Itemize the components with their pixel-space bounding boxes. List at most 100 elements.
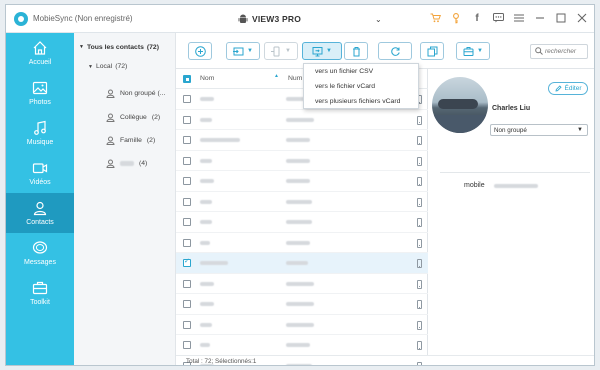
delete-button[interactable] bbox=[344, 42, 368, 60]
row-checkbox[interactable] bbox=[183, 341, 191, 349]
table-row[interactable] bbox=[176, 110, 428, 130]
tree-local-count: (72) bbox=[115, 63, 128, 70]
group-count: (2) bbox=[146, 137, 156, 144]
facebook-icon[interactable]: f bbox=[471, 12, 483, 24]
row-checkbox[interactable] bbox=[183, 279, 191, 288]
sidebar-item-toolkit[interactable]: Toolkit bbox=[6, 273, 74, 313]
sidebar-item-musique[interactable]: Musique bbox=[6, 113, 74, 153]
sidebar: Accueil Photos Musique Vidéos Contacts M… bbox=[6, 33, 74, 365]
row-checkbox[interactable] bbox=[183, 177, 191, 185]
android-icon bbox=[238, 14, 248, 23]
key-icon[interactable] bbox=[450, 12, 462, 24]
tree-item-all-contacts[interactable]: ▼ Tous les contacts (72) bbox=[74, 39, 176, 55]
sidebar-item-videos[interactable]: Vidéos bbox=[6, 153, 74, 193]
menu-item-export-vcard[interactable]: vers le fichier vCard bbox=[304, 79, 418, 94]
group-select[interactable]: Non groupé ▼ bbox=[490, 124, 588, 136]
cart-icon[interactable] bbox=[429, 12, 441, 24]
redacted-contact-name bbox=[200, 220, 212, 224]
maximize-icon[interactable] bbox=[555, 12, 567, 24]
mobile-label: mobile bbox=[464, 182, 485, 189]
chevron-down-icon: ⌄ bbox=[375, 14, 382, 24]
redacted-contact-number bbox=[286, 281, 314, 286]
redacted-contact-number bbox=[286, 240, 310, 245]
contact-name: Charles Liu bbox=[492, 105, 531, 112]
group-count: (2) bbox=[151, 114, 161, 121]
tree-item-group[interactable]: Collègue (2) bbox=[106, 113, 160, 122]
sidebar-item-accueil[interactable]: Accueil bbox=[6, 33, 74, 73]
chevron-down-icon: ▼ bbox=[477, 48, 483, 54]
row-checkbox[interactable] bbox=[183, 320, 191, 329]
redacted-contact-number bbox=[286, 179, 310, 183]
group-count: (... bbox=[157, 90, 166, 97]
row-checkbox[interactable] bbox=[183, 136, 191, 144]
add-contact-button[interactable] bbox=[188, 42, 212, 60]
table-row[interactable] bbox=[176, 212, 428, 233]
select-all-checkbox[interactable] bbox=[183, 75, 191, 83]
tree-item-local[interactable]: ▼ Local (72) bbox=[88, 63, 127, 70]
row-checkbox[interactable] bbox=[183, 257, 191, 267]
row-checkbox[interactable] bbox=[183, 238, 191, 247]
row-checkbox[interactable] bbox=[183, 95, 191, 103]
table-row[interactable] bbox=[176, 233, 428, 253]
window-controls: f bbox=[429, 12, 588, 24]
table-row[interactable] bbox=[176, 151, 428, 171]
search-icon bbox=[535, 47, 543, 55]
table-row[interactable] bbox=[176, 253, 428, 274]
export-to-pc-button[interactable]: ▼ bbox=[302, 42, 342, 60]
plus-circle-icon bbox=[194, 45, 206, 57]
chat-icon[interactable] bbox=[492, 12, 504, 24]
row-checkbox[interactable] bbox=[183, 197, 191, 206]
group-select-value: Non groupé bbox=[494, 126, 527, 134]
table-row[interactable] bbox=[176, 335, 428, 356]
tree-root-count: (72) bbox=[146, 43, 159, 51]
transfer-to-device-button[interactable]: ▼ bbox=[264, 42, 298, 60]
table-row[interactable] bbox=[176, 315, 428, 335]
table-row[interactable] bbox=[176, 171, 428, 192]
menu-icon[interactable] bbox=[513, 12, 525, 24]
app-window: MobieSync (Non enregistré) VIEW3 PRO ⌄ f bbox=[5, 4, 595, 366]
sidebar-item-photos[interactable]: Photos bbox=[6, 73, 74, 113]
close-icon[interactable] bbox=[576, 12, 588, 24]
sidebar-item-label: Vidéos bbox=[29, 179, 51, 186]
tree-item-group[interactable]: (4) bbox=[106, 159, 147, 168]
menu-item-export-multiple-vcard[interactable]: vers plusieurs fichiers vCard bbox=[304, 94, 418, 109]
phone-icon bbox=[417, 279, 422, 289]
import-button[interactable]: ▼ bbox=[226, 42, 260, 60]
tree-item-group[interactable]: Non groupé (... bbox=[106, 89, 165, 98]
toolbox-button[interactable]: ▼ bbox=[456, 42, 490, 60]
group-icon bbox=[106, 136, 115, 145]
phone-icon bbox=[417, 320, 422, 330]
caret-down-icon: ▼ bbox=[88, 63, 93, 70]
redacted-group-name bbox=[120, 161, 134, 166]
phone-icon bbox=[417, 177, 422, 186]
column-header-number[interactable]: Num bbox=[288, 75, 302, 82]
video-icon bbox=[32, 163, 48, 174]
row-checkbox[interactable] bbox=[183, 300, 191, 308]
table-row[interactable] bbox=[176, 192, 428, 212]
sidebar-item-contacts[interactable]: Contacts bbox=[6, 193, 74, 233]
refresh-button[interactable] bbox=[378, 42, 412, 60]
duplicate-button[interactable] bbox=[420, 42, 444, 60]
redacted-contact-number bbox=[286, 199, 312, 204]
device-selector[interactable]: VIEW3 PRO ⌄ bbox=[238, 12, 382, 26]
group-icon bbox=[106, 159, 115, 168]
edit-button[interactable]: Éditer bbox=[548, 82, 588, 95]
phone-icon bbox=[417, 259, 422, 268]
sidebar-item-label: Accueil bbox=[28, 59, 52, 66]
row-checkbox[interactable] bbox=[183, 156, 191, 165]
contact-detail-pane: Éditer Charles Liu Non groupé ▼ mobile bbox=[428, 69, 594, 355]
menu-item-export-csv[interactable]: vers un fichier CSV bbox=[304, 64, 418, 79]
sidebar-item-messages[interactable]: Messages bbox=[6, 233, 74, 273]
minimize-icon[interactable] bbox=[534, 12, 546, 24]
tree-item-group[interactable]: Famille (2) bbox=[106, 136, 155, 145]
column-header-name[interactable]: Nom bbox=[200, 75, 214, 82]
table-row[interactable] bbox=[176, 294, 428, 315]
table-row[interactable] bbox=[176, 130, 428, 151]
table-row[interactable] bbox=[176, 274, 428, 294]
redacted-contact-number bbox=[286, 158, 310, 163]
import-icon bbox=[233, 47, 244, 55]
row-checkbox[interactable] bbox=[183, 115, 191, 124]
row-checkbox[interactable] bbox=[183, 218, 191, 226]
phone-icon bbox=[417, 136, 422, 145]
phone-transfer-icon bbox=[271, 46, 280, 56]
